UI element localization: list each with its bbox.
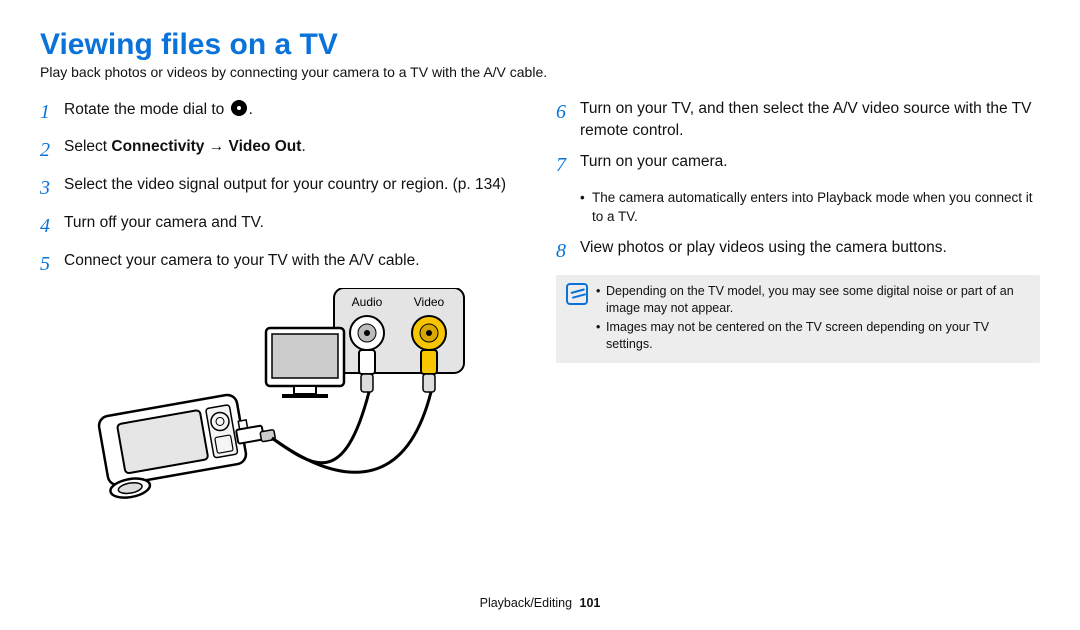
step-number: 8 xyxy=(556,237,580,265)
step-1: 1 Rotate the mode dial to . xyxy=(40,98,524,126)
step-text: View photos or play videos using the cam… xyxy=(580,237,1040,259)
step-number: 2 xyxy=(40,136,64,164)
note-list: Depending on the TV model, you may see s… xyxy=(596,283,1030,355)
step-number: 1 xyxy=(40,98,64,126)
footer-section: Playback/Editing xyxy=(480,596,572,610)
step-number: 7 xyxy=(556,151,580,179)
connection-illustration: Audio Video xyxy=(84,288,484,518)
step-7-sub: The camera automatically enters into Pla… xyxy=(580,189,1040,227)
note-box: Depending on the TV model, you may see s… xyxy=(556,275,1040,363)
step-number: 5 xyxy=(40,250,64,278)
step-3: 3 Select the video signal output for you… xyxy=(40,174,524,202)
sub-bullet: The camera automatically enters into Pla… xyxy=(580,189,1040,227)
step-number: 6 xyxy=(556,98,580,126)
step-text: Turn off your camera and TV. xyxy=(64,212,524,234)
step-text: Connect your camera to your TV with the … xyxy=(64,250,524,272)
step-2: 2 Select Connectivity → Video Out. xyxy=(40,136,524,164)
step-text: Select Connectivity → Video Out. xyxy=(64,136,524,158)
page-title: Viewing files on a TV xyxy=(40,28,1040,62)
audio-label: Audio xyxy=(352,295,383,309)
step-number: 4 xyxy=(40,212,64,240)
note-icon xyxy=(566,283,588,305)
step-4: 4 Turn off your camera and TV. xyxy=(40,212,524,240)
step-8: 8 View photos or play videos using the c… xyxy=(556,237,1040,265)
right-column: 6 Turn on your TV, and then select the A… xyxy=(556,98,1040,518)
video-label: Video xyxy=(414,295,445,309)
left-column: 1 Rotate the mode dial to . 2 Select Con… xyxy=(40,98,524,518)
step-5: 5 Connect your camera to your TV with th… xyxy=(40,250,524,278)
content-columns: 1 Rotate the mode dial to . 2 Select Con… xyxy=(40,98,1040,518)
manual-page: Viewing files on a TV Play back photos o… xyxy=(0,0,1080,630)
mode-dial-icon xyxy=(231,100,247,116)
footer-page: 101 xyxy=(580,596,601,610)
note-item: Images may not be centered on the TV scr… xyxy=(596,319,1030,353)
step-text: Select the video signal output for your … xyxy=(64,174,524,196)
step-text: Turn on your TV, and then select the A/V… xyxy=(580,98,1040,141)
step-text: Rotate the mode dial to . xyxy=(64,98,524,121)
step-number: 3 xyxy=(40,174,64,202)
page-subtitle: Play back photos or videos by connecting… xyxy=(40,64,1040,80)
step-7: 7 Turn on your camera. xyxy=(556,151,1040,179)
step-6: 6 Turn on your TV, and then select the A… xyxy=(556,98,1040,141)
note-item: Depending on the TV model, you may see s… xyxy=(596,283,1030,317)
page-footer: Playback/Editing 101 xyxy=(0,596,1080,610)
step-text: Turn on your camera. xyxy=(580,151,1040,173)
